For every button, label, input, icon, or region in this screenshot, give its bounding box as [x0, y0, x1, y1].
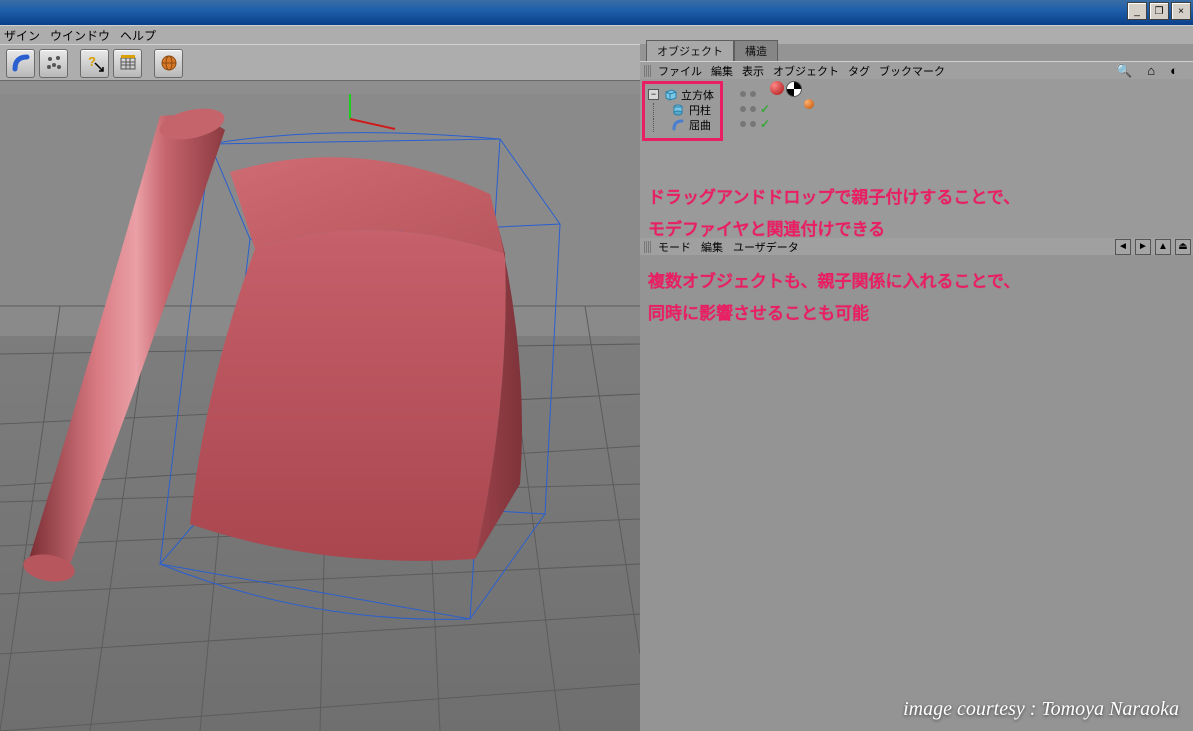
viewport-scene — [0, 94, 640, 731]
tool-browser-button[interactable] — [154, 49, 183, 78]
panel-search-icon[interactable]: 🔍 — [1116, 63, 1132, 79]
tree-label-cube: 立方体 — [681, 87, 714, 103]
material-tag-icon[interactable] — [770, 81, 784, 95]
tool-particles-button[interactable] — [39, 49, 68, 78]
tool-snap-grid-button[interactable] — [113, 49, 142, 78]
window-maximize-button[interactable]: ❐ — [1149, 2, 1169, 20]
panel-menu-objects[interactable]: オブジェクト — [773, 63, 839, 79]
grid-icon — [118, 53, 138, 73]
tree-expander[interactable]: − — [648, 89, 659, 100]
annotation-text-2: 複数オブジェクトも、親子関係に入れることで、 同時に影響させることも可能 — [648, 266, 1020, 331]
bend-icon — [11, 53, 31, 73]
attr-nav-up[interactable]: ▲ — [1155, 239, 1171, 255]
panel-menu-tags[interactable]: タグ — [848, 63, 870, 79]
panel-menu-edit[interactable]: 編集 — [711, 63, 733, 79]
object-tags — [770, 81, 814, 109]
viewport-3d[interactable] — [0, 94, 640, 731]
help-arrow-icon: ? — [85, 53, 105, 73]
tree-label-cylinder: 円柱 — [689, 102, 711, 118]
main-menubar: ザイン ウインドウ ヘルプ — [0, 25, 1193, 45]
menu-window[interactable]: ウインドウ — [50, 27, 110, 44]
particles-icon — [44, 53, 64, 73]
tree-row-cylinder[interactable]: 円柱 — [648, 102, 714, 117]
tree-label-bend: 屈曲 — [689, 117, 711, 133]
object-manager-menu: ファイル 編集 表示 オブジェクト タグ ブックマーク 🔍 ⌂ ◐ — [640, 61, 1193, 79]
menu-help[interactable]: ヘルプ — [120, 27, 156, 44]
visibility-dots-cube[interactable] — [740, 86, 770, 101]
tree-row-cube[interactable]: − 立方体 — [648, 87, 714, 102]
menu-design[interactable]: ザイン — [4, 27, 40, 44]
attr-nav-prev[interactable]: ◄ — [1115, 239, 1131, 255]
visibility-dots-bend[interactable]: ✓ — [740, 116, 770, 131]
viewport-header — [0, 80, 640, 95]
enable-check-icon[interactable]: ✓ — [760, 102, 770, 116]
image-credit: image courtesy : Tomoya Naraoka — [903, 698, 1179, 721]
highlighted-tree-region: − 立方体 円柱 屈曲 — [642, 81, 723, 141]
panel-eye-icon[interactable]: ◐ — [1170, 63, 1178, 79]
panel-tab-objects[interactable]: オブジェクト — [646, 40, 734, 61]
visibility-dots-cylinder[interactable]: ✓ — [740, 101, 770, 116]
panel-tab-structure[interactable]: 構造 — [734, 40, 778, 61]
attr-nav-lock[interactable]: ⏏ — [1175, 239, 1191, 255]
window-close-button[interactable]: × — [1171, 2, 1191, 20]
tool-deformer-button[interactable] — [6, 49, 35, 78]
panel-home-icon[interactable]: ⌂ — [1147, 63, 1155, 79]
attr-nav-next[interactable]: ► — [1135, 239, 1151, 255]
tree-row-bend[interactable]: 屈曲 — [648, 117, 714, 132]
cylinder-icon — [671, 104, 685, 116]
window-minimize-button[interactable]: _ — [1127, 2, 1147, 20]
enable-check-icon[interactable]: ✓ — [760, 117, 770, 131]
svg-text:?: ? — [88, 54, 96, 69]
phong-tag-icon[interactable] — [804, 99, 814, 109]
bend-deformer-icon — [671, 119, 685, 131]
panel-menu-file[interactable]: ファイル — [658, 63, 702, 79]
globe-icon — [159, 53, 179, 73]
annotation-text-1: ドラッグアンドドロップで親子付けすることで、 モデファイヤと関連付けできる — [648, 182, 1020, 247]
cube-icon — [663, 89, 677, 101]
panel-menu-view[interactable]: 表示 — [742, 63, 764, 79]
texture-tag-icon[interactable] — [786, 81, 802, 97]
panel-menu-bookmarks[interactable]: ブックマーク — [879, 63, 945, 79]
panel-grip-icon[interactable] — [644, 65, 652, 77]
window-titlebar: _ ❐ × — [0, 0, 1193, 25]
tool-help-picker-button[interactable]: ? — [80, 49, 109, 78]
